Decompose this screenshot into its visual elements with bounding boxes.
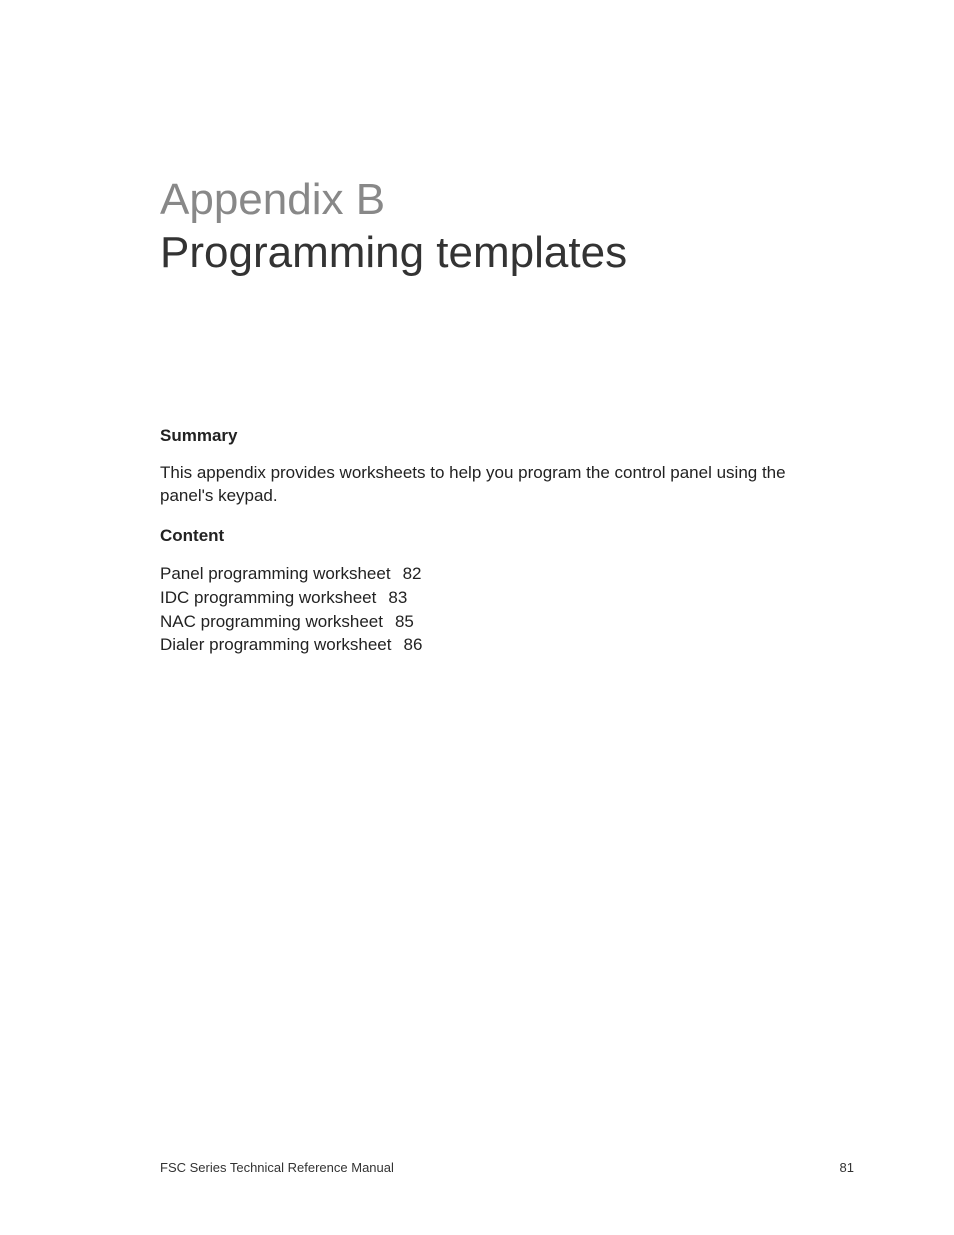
content-item-page: 82: [403, 564, 422, 583]
footer-page-number: 81: [840, 1160, 854, 1175]
content-item-label: NAC programming worksheet: [160, 612, 383, 631]
page-footer: FSC Series Technical Reference Manual 81: [160, 1160, 854, 1175]
content-item-page: 85: [395, 612, 414, 631]
content-item-label: IDC programming worksheet: [160, 588, 376, 607]
appendix-title: Programming templates: [160, 228, 794, 279]
content-heading: Content: [160, 526, 794, 546]
content-item: IDC programming worksheet 83: [160, 586, 794, 610]
content-item-label: Panel programming worksheet: [160, 564, 391, 583]
summary-text: This appendix provides worksheets to hel…: [160, 462, 794, 508]
content-list: Panel programming worksheet 82 IDC progra…: [160, 562, 794, 657]
content-item-label: Dialer programming worksheet: [160, 635, 391, 654]
content-item: NAC programming worksheet 85: [160, 610, 794, 634]
appendix-label: Appendix B: [160, 175, 794, 226]
footer-doc-title: FSC Series Technical Reference Manual: [160, 1160, 394, 1175]
content-item-page: 83: [388, 588, 407, 607]
content-item: Panel programming worksheet 82: [160, 562, 794, 586]
content-item-page: 86: [403, 635, 422, 654]
summary-heading: Summary: [160, 426, 794, 446]
content-item: Dialer programming worksheet 86: [160, 633, 794, 657]
